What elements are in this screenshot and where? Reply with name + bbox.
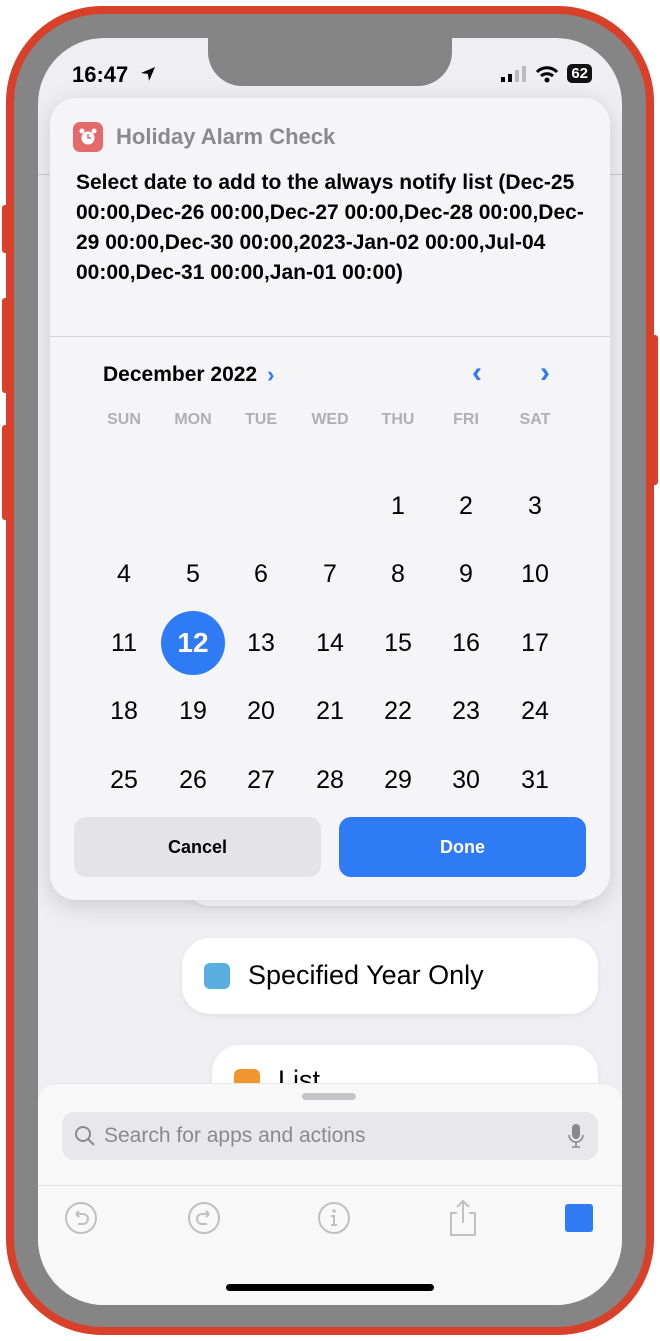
weekday-label: THU	[381, 411, 415, 428]
status-time: 16:47	[72, 62, 129, 87]
notch	[208, 38, 452, 86]
done-button[interactable]: Done	[339, 817, 586, 877]
month-year-selector[interactable]: December 2022 ›	[103, 362, 274, 388]
search-icon	[75, 1126, 95, 1146]
calendar-day[interactable]: 27	[229, 748, 293, 812]
battery-indicator: 62	[567, 64, 592, 83]
calendar-day[interactable]: 6	[229, 543, 293, 607]
calendar-day[interactable]: 10	[503, 543, 567, 607]
previous-month-button[interactable]: ‹	[472, 356, 482, 390]
calendar-day[interactable]: 17	[503, 611, 567, 675]
weekday-label: MON	[174, 411, 212, 428]
calendar-day[interactable]: 11	[92, 611, 156, 675]
chevron-right-icon: ›	[267, 362, 275, 387]
search-placeholder: Search for apps and actions	[104, 1124, 366, 1147]
calendar-day[interactable]: 7	[298, 543, 362, 607]
calendar-day[interactable]: 2	[434, 474, 498, 538]
actions-drawer: Search for apps and actions	[38, 1083, 622, 1305]
calendar-day-selected[interactable]: 12	[161, 611, 225, 675]
search-input[interactable]: Search for apps and actions	[62, 1112, 598, 1160]
redo-icon[interactable]	[186, 1200, 222, 1236]
calendar-day[interactable]: 9	[434, 543, 498, 607]
alarm-clock-icon	[73, 122, 103, 152]
text-field-icon	[204, 963, 230, 989]
weekday-label: FRI	[453, 411, 479, 428]
weekday-label: SAT	[519, 411, 551, 428]
calendar-day[interactable]: 1	[366, 474, 430, 538]
stop-run-button[interactable]	[561, 1200, 597, 1236]
volume-down-button	[2, 425, 10, 520]
cancel-button[interactable]: Cancel	[74, 817, 321, 877]
divider	[50, 336, 610, 337]
calendar-day[interactable]: 29	[366, 748, 430, 812]
month-label: December 2022	[103, 363, 258, 386]
screen: 16:47 62 Holiday Alarm Check Select date…	[38, 38, 622, 1305]
calendar-day[interactable]: 4	[92, 543, 156, 607]
drawer-handle[interactable]	[302, 1093, 356, 1100]
status-icons: 62	[501, 64, 592, 83]
weekday-label: WED	[311, 411, 349, 428]
calendar-day[interactable]: 23	[434, 680, 498, 744]
volume-up-button	[2, 298, 10, 393]
calendar-day[interactable]: 24	[503, 680, 567, 744]
calendar-day[interactable]: 31	[503, 748, 567, 812]
calendar-day[interactable]: 13	[229, 611, 293, 675]
calendar-day[interactable]: 8	[366, 543, 430, 607]
undo-icon[interactable]	[63, 1200, 99, 1236]
power-button	[650, 335, 658, 485]
calendar-day[interactable]: 21	[298, 680, 362, 744]
calendar-day[interactable]: 30	[434, 748, 498, 812]
location-arrow-icon	[141, 67, 155, 81]
calendar-day[interactable]: 20	[229, 680, 293, 744]
calendar-day[interactable]: 3	[503, 474, 567, 538]
wifi-icon	[536, 65, 559, 82]
info-icon[interactable]	[316, 1200, 352, 1236]
calendar-day[interactable]: 15	[366, 611, 430, 675]
calendar-day[interactable]: 19	[161, 680, 225, 744]
weekday-label: SUN	[107, 411, 141, 428]
app-title: Holiday Alarm Check	[116, 124, 336, 149]
calendar-day[interactable]: 18	[92, 680, 156, 744]
home-indicator	[226, 1284, 434, 1291]
calendar-day[interactable]: 22	[366, 680, 430, 744]
action-card-specified-year[interactable]: Specified Year Only	[182, 938, 598, 1014]
calendar-day[interactable]: 5	[161, 543, 225, 607]
signal-icon	[501, 65, 527, 82]
dialog-prompt: Select date to add to the always notify …	[76, 171, 584, 284]
share-icon[interactable]	[445, 1199, 481, 1236]
date-picker-dialog: Holiday Alarm Check Select date to add t…	[50, 98, 610, 900]
action-label: Specified Year Only	[248, 960, 484, 990]
next-month-button[interactable]: ›	[540, 356, 550, 390]
calendar-day[interactable]: 25	[92, 748, 156, 812]
calendar-day[interactable]: 16	[434, 611, 498, 675]
calendar-day[interactable]: 14	[298, 611, 362, 675]
toolbar-divider	[38, 1185, 622, 1186]
calendar-day[interactable]: 28	[298, 748, 362, 812]
weekday-label: TUE	[245, 411, 277, 428]
silent-switch	[2, 205, 10, 253]
microphone-icon[interactable]	[568, 1123, 584, 1149]
calendar-day[interactable]: 26	[161, 748, 225, 812]
